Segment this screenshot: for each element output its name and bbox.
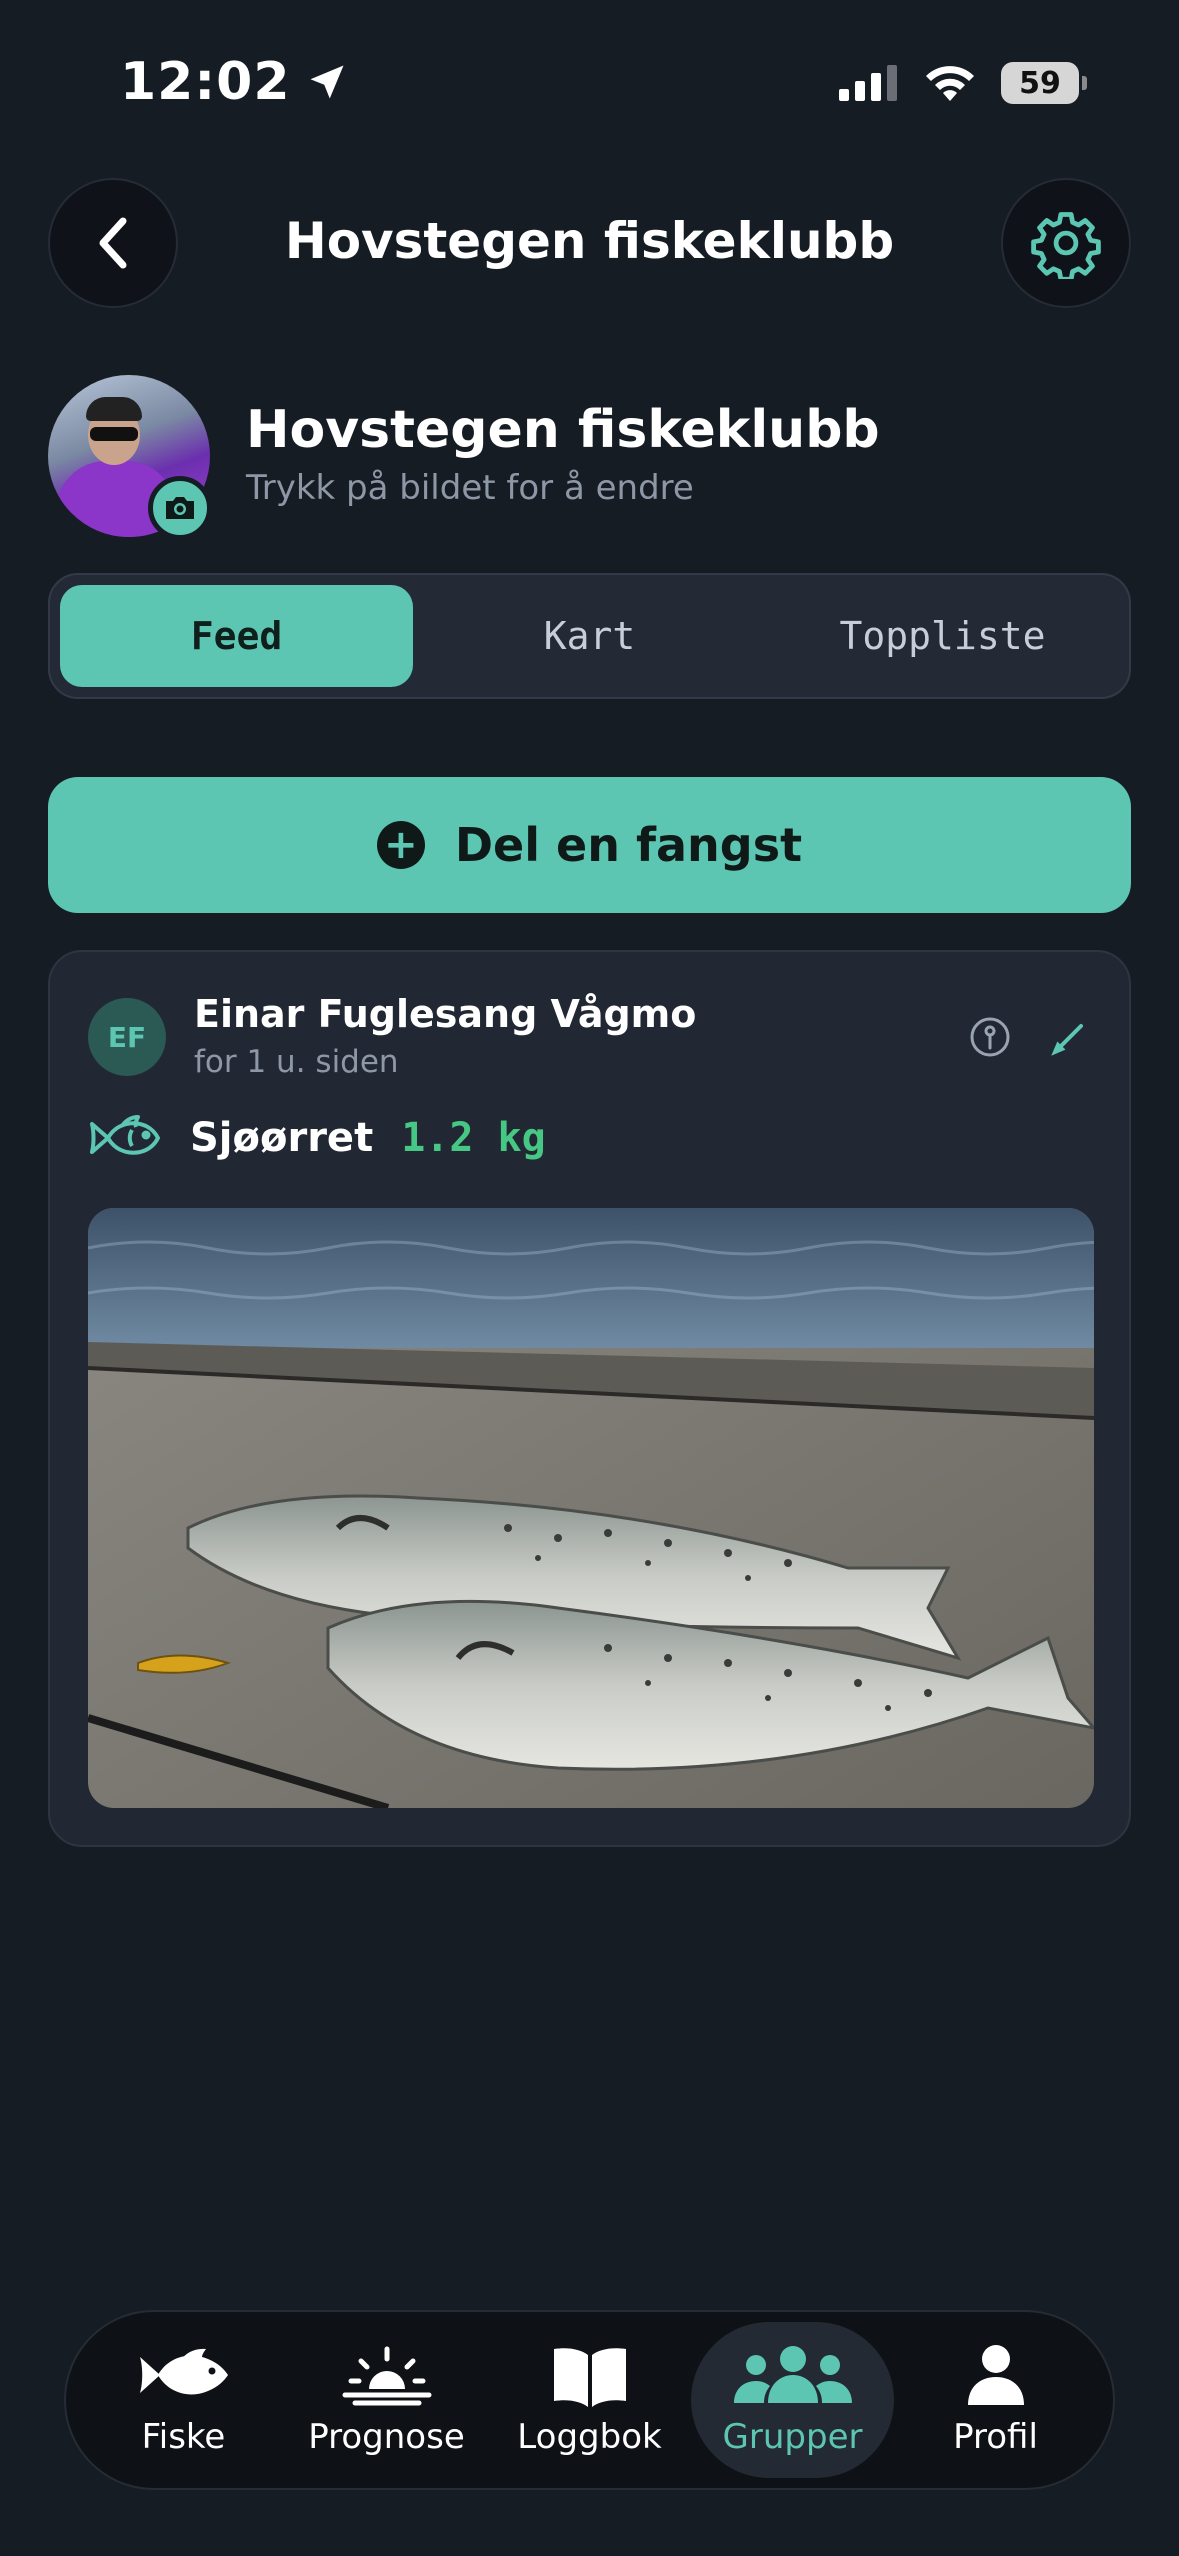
tab-feed[interactable]: Feed (60, 585, 413, 687)
battery-level: 59 (1019, 65, 1061, 101)
screen: 12:02 59 Hovstegen fiskeklubb Hovstegen … (0, 0, 1179, 2556)
book-icon (553, 2348, 626, 2407)
user-avatar[interactable]: EF (88, 998, 166, 1076)
nav-profil-label: Profil (953, 2417, 1038, 2457)
pencil-icon[interactable] (1049, 1016, 1091, 1058)
post-user-name[interactable]: Einar Fuglesang Vågmo (194, 992, 696, 1036)
catch-weight: 1.2 kg (401, 1115, 546, 1161)
tab-kart[interactable]: Kart (413, 585, 766, 687)
location-pin-icon[interactable] (969, 1016, 1011, 1058)
nav-loggbok[interactable]: Loggbok (488, 2322, 691, 2478)
catch-species: Sjøørret (190, 1115, 374, 1161)
group-name: Hovstegen fiskeklubb (246, 400, 880, 460)
tab-toppliste[interactable]: Toppliste (766, 585, 1119, 687)
catch-photo-image (88, 1208, 1094, 1808)
share-catch-button[interactable]: + Del en fangst (48, 777, 1131, 913)
plus-circle-icon: + (376, 821, 425, 869)
tab-bar-segmented: Feed Kart Toppliste (48, 573, 1131, 699)
sunrise-icon (342, 2346, 431, 2406)
nav-fiske[interactable]: Fiske (82, 2322, 285, 2478)
nav-profil[interactable]: Profil (894, 2322, 1097, 2478)
nav-grupper[interactable]: Grupper (691, 2322, 894, 2478)
nav-loggbok-label: Loggbok (517, 2417, 662, 2457)
bottom-navigation: Fiske Prognose Loggbok Grupper Profil (64, 2310, 1115, 2490)
wifi-icon (926, 66, 974, 101)
catch-summary: Sjøørret 1.2 kg (88, 1110, 546, 1166)
fish-icon (139, 2348, 228, 2395)
catch-post-card: EF Einar Fuglesang Vågmo for 1 u. siden … (48, 950, 1131, 1847)
change-photo-button[interactable] (148, 476, 212, 540)
status-time-text: 12:02 (120, 52, 291, 112)
location-arrow-icon (310, 65, 344, 99)
group-photo-hint: Trykk på bildet for å endre (246, 468, 694, 508)
nav-prognose-label: Prognose (308, 2417, 465, 2457)
gear-icon (1031, 212, 1101, 279)
group-icon (733, 2346, 852, 2403)
camera-icon (166, 497, 194, 519)
person-icon (967, 2345, 1024, 2405)
settings-button[interactable] (1001, 178, 1131, 308)
avatar-glasses (90, 427, 138, 441)
catch-photo[interactable] (88, 1208, 1094, 1808)
nav-grupper-label: Grupper (722, 2417, 863, 2457)
nav-fiske-label: Fiske (141, 2417, 226, 2457)
status-indicators: 59 (839, 62, 1087, 104)
avatar-cap (86, 397, 142, 421)
share-catch-label: Del en fangst (454, 818, 803, 872)
fish-outline-icon (90, 1115, 160, 1155)
cellular-signal-icon (839, 65, 897, 101)
user-initials: EF (107, 1020, 147, 1054)
status-time: 12:02 (120, 52, 349, 112)
nav-prognose[interactable]: Prognose (285, 2322, 488, 2478)
post-timestamp: for 1 u. siden (194, 1044, 399, 1080)
battery-indicator: 59 (1001, 62, 1087, 104)
